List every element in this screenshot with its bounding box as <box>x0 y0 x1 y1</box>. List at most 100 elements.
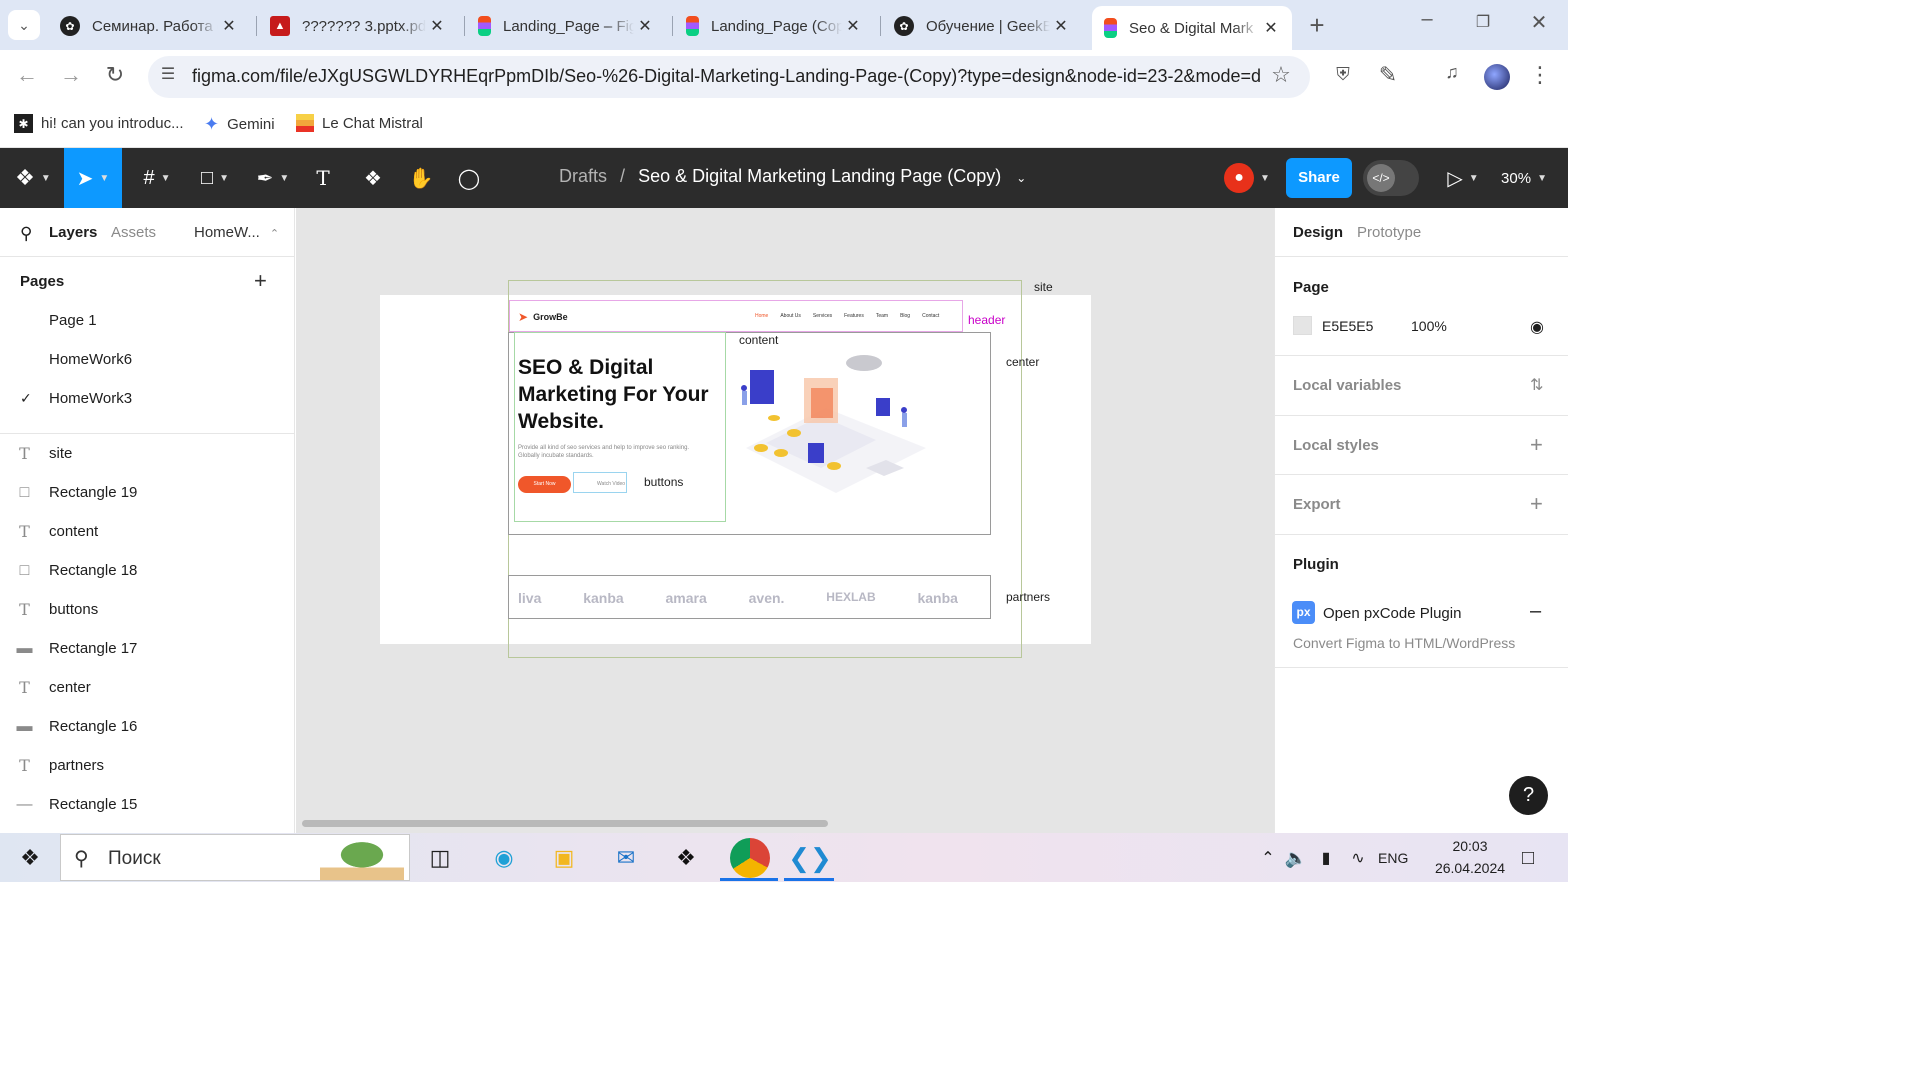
search-icon[interactable]: ⚲ <box>20 224 32 244</box>
close-icon[interactable]: ✕ <box>842 16 864 36</box>
minimize-button[interactable]: – <box>1412 8 1442 31</box>
browser-tab[interactable]: ▲ ??????? 3.pptx.pdf ✕ <box>258 8 458 44</box>
clock-date[interactable]: 26.04.2024 <box>1420 860 1520 876</box>
layer-row[interactable]: □ Rectangle 18 <box>0 551 294 590</box>
text-tool[interactable]: T <box>306 148 340 208</box>
media-control-icon[interactable]: ♫ <box>1438 62 1466 83</box>
collapse-plugin-icon[interactable]: – <box>1530 600 1541 623</box>
figma-main-menu[interactable]: ❖ ▼ <box>8 148 58 208</box>
close-icon[interactable]: ✕ <box>634 16 656 36</box>
site-settings-icon[interactable]: ☰ <box>156 64 180 84</box>
browser-tab[interactable]: ✿ Семинар. Работа с ✕ <box>48 8 250 44</box>
present-button[interactable]: ▷ ▼ <box>1440 148 1486 208</box>
chrome-menu-icon[interactable]: ⋮ <box>1528 62 1552 88</box>
share-button[interactable]: Share <box>1286 158 1352 198</box>
task-view-icon[interactable]: ◫ <box>422 840 458 876</box>
language-indicator[interactable]: ENG <box>1378 850 1408 866</box>
forward-arrow-icon[interactable]: → <box>56 62 86 88</box>
close-icon[interactable]: ✕ <box>1260 18 1282 38</box>
notifications-icon[interactable]: □ <box>1510 840 1546 876</box>
layer-row[interactable]: ▬ Rectangle 16 <box>0 707 294 746</box>
page-opacity-value[interactable]: 100% <box>1411 318 1447 334</box>
new-tab-button[interactable]: + <box>1302 10 1332 40</box>
move-tool[interactable]: ➤ ▼ <box>64 148 122 208</box>
mock-watch-button[interactable]: Watch Video <box>597 481 625 487</box>
help-button[interactable]: ? <box>1509 776 1548 815</box>
page-item[interactable]: HomeWork6 <box>49 351 132 368</box>
page-switcher[interactable]: HomeW... ⌃ <box>194 224 279 241</box>
close-icon[interactable]: ✕ <box>218 16 240 36</box>
browser-tab-active[interactable]: Seo & Digital Mark ✕ <box>1092 6 1292 50</box>
battery-icon[interactable]: ▮ <box>1308 840 1344 876</box>
resources-tool[interactable]: ❖ <box>354 148 392 208</box>
label-buttons[interactable]: buttons <box>644 475 683 489</box>
label-header[interactable]: header <box>968 313 1005 327</box>
user-avatar[interactable]: ● ▼ <box>1218 148 1276 208</box>
tab-layers[interactable]: Layers <box>49 224 97 241</box>
taskbar-search-placeholder[interactable]: Поиск <box>108 848 161 870</box>
tab-prototype[interactable]: Prototype <box>1357 224 1421 241</box>
layer-row[interactable]: Tsite <box>0 434 294 473</box>
add-page-button[interactable]: + <box>254 268 267 294</box>
label-center[interactable]: center <box>1006 355 1039 369</box>
close-icon[interactable]: ✕ <box>426 16 448 36</box>
plugin-name[interactable]: Open pxCode Plugin <box>1323 605 1461 622</box>
canvas-scrollbar[interactable] <box>302 820 828 827</box>
bookmark-item[interactable]: ✱ hi! can you introduc... <box>14 114 184 133</box>
browser-tab[interactable]: Landing_Page (Cop ✕ <box>674 8 874 44</box>
windows-start-icon[interactable]: ❖ <box>12 840 48 876</box>
mock-start-button[interactable]: Start Now <box>518 476 571 493</box>
browser-tab[interactable]: Landing_Page – Fig ✕ <box>466 8 666 44</box>
page-item[interactable]: Page 1 <box>49 312 97 329</box>
zoom-menu[interactable]: 30% ▼ <box>1496 148 1552 208</box>
label-site[interactable]: site <box>1034 280 1053 294</box>
add-export-icon[interactable]: + <box>1530 491 1543 517</box>
breadcrumb[interactable]: Drafts / Seo & Digital Marketing Landing… <box>559 166 1026 187</box>
variables-icon[interactable]: ⇅ <box>1530 375 1543 395</box>
dropbox-icon[interactable]: ❖ <box>668 840 704 876</box>
clock-time[interactable]: 20:03 <box>1440 838 1500 854</box>
chevron-down-icon[interactable]: ⌄ <box>1016 171 1026 185</box>
breadcrumb-drafts[interactable]: Drafts <box>559 166 607 186</box>
close-window-button[interactable]: ✕ <box>1524 10 1554 35</box>
wifi-icon[interactable]: ∿ <box>1340 840 1376 876</box>
layer-row[interactable]: Tcontent <box>0 512 294 551</box>
label-content[interactable]: content <box>739 333 778 347</box>
file-explorer-icon[interactable]: ▣ <box>546 840 582 876</box>
browser-tab[interactable]: ✿ Обучение | GeekB ✕ <box>882 8 1082 44</box>
bookmark-item[interactable]: Le Chat Mistral <box>296 114 423 132</box>
page-color-value[interactable]: E5E5E5 <box>1322 318 1373 334</box>
layer-row[interactable]: — Rectangle 15 <box>0 785 294 824</box>
page-color-swatch[interactable] <box>1293 316 1312 335</box>
back-arrow-icon[interactable]: ← <box>12 62 42 88</box>
eye-icon[interactable]: ◉ <box>1530 317 1544 337</box>
layer-row[interactable]: □ Rectangle 19 <box>0 473 294 512</box>
url-text[interactable]: figma.com/file/eJXgUSGWLDYRHEqrPpmDIb/Se… <box>192 66 1260 87</box>
chrome-icon[interactable] <box>730 838 770 878</box>
frame-tool[interactable]: # ▼ <box>132 148 182 208</box>
extensions-icon[interactable]: ✎ <box>1374 62 1402 88</box>
bookmark-item[interactable]: ✦ Gemini <box>204 114 275 135</box>
mail-icon[interactable]: ✉ <box>608 840 644 876</box>
layer-row[interactable]: Tcenter <box>0 668 294 707</box>
local-variables-title[interactable]: Local variables <box>1293 377 1401 394</box>
page-item-selected[interactable]: HomeWork3 <box>49 390 132 407</box>
comment-tool[interactable]: ◯ <box>450 148 488 208</box>
close-icon[interactable]: ✕ <box>1050 16 1072 36</box>
tab-design[interactable]: Design <box>1293 224 1343 241</box>
dev-mode-toggle[interactable]: </> <box>1362 148 1420 208</box>
vscode-icon[interactable]: ❮❯ <box>788 840 832 876</box>
avatar[interactable] <box>1484 64 1510 90</box>
shield-icon[interactable]: ⛨ <box>1330 64 1356 85</box>
restore-button[interactable]: ❐ <box>1468 12 1498 32</box>
layer-row[interactable]: Tbuttons <box>0 590 294 629</box>
hand-tool[interactable]: ✋ <box>402 148 440 208</box>
label-partners[interactable]: partners <box>1006 590 1050 604</box>
file-name[interactable]: Seo & Digital Marketing Landing Page (Co… <box>638 166 1001 186</box>
pen-tool[interactable]: ✒ ▼ <box>248 148 298 208</box>
shape-tool[interactable]: □ ▼ <box>190 148 240 208</box>
tab-search-button[interactable]: ⌄ <box>8 10 40 40</box>
layer-row[interactable]: Tpartners <box>0 746 294 785</box>
layer-row[interactable]: ▬ Rectangle 17 <box>0 629 294 668</box>
reload-icon[interactable]: ↻ <box>100 62 130 88</box>
